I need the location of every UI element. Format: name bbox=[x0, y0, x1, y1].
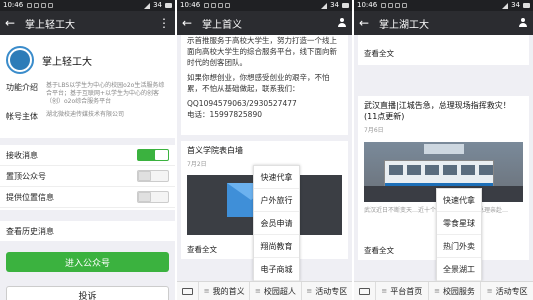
panel-account-profile: 10:46 34 ← 掌上轻工大 ⋮ 掌上轻工大 功能介绍 基于LBS以学生为中… bbox=[0, 0, 175, 300]
back-arrow-icon[interactable]: ← bbox=[5, 16, 19, 30]
toggle-row-location: 提供位置信息 bbox=[0, 187, 175, 208]
status-time: 10:46 bbox=[3, 1, 24, 9]
notification-icons bbox=[204, 3, 231, 8]
read-all-link[interactable]: 查看全文 bbox=[364, 245, 394, 256]
receive-messages-switch[interactable] bbox=[137, 149, 169, 161]
panel-hugongda: 10:46 34 ← 掌上湖工大 查看全文 武汉直播|江城告急，总理现场指挥救灾… bbox=[354, 0, 533, 300]
back-arrow-icon[interactable]: ← bbox=[359, 16, 373, 30]
submenu-item[interactable]: 户外旅行 bbox=[254, 189, 299, 212]
status-bar: 10:46 34 bbox=[177, 0, 352, 11]
status-signal-text: 34 bbox=[153, 1, 162, 9]
more-icon[interactable]: ⋮ bbox=[158, 16, 170, 30]
menu-bars-icon: ≡ bbox=[434, 287, 440, 295]
signal-icon bbox=[321, 2, 328, 9]
submenu-item[interactable]: 全景湖工 bbox=[437, 258, 481, 281]
pin-account-switch[interactable] bbox=[137, 170, 169, 182]
submenu-item[interactable]: 热门外卖 bbox=[437, 235, 481, 258]
info-value: 湖北微校迪传媒技术有限公司 bbox=[46, 111, 125, 118]
account-logo-icon bbox=[6, 46, 34, 74]
news-date: 7月6日 bbox=[364, 127, 384, 134]
status-time: 10:46 bbox=[180, 1, 201, 9]
signal-icon bbox=[502, 2, 509, 9]
info-label: 功能介绍 bbox=[6, 83, 38, 92]
bottom-menu: ≡ 我的首义 ≡ 校园超人 ≡ 活动专区 bbox=[177, 281, 352, 300]
status-signal-text: 34 bbox=[511, 1, 520, 9]
read-all-link[interactable]: 查看全文 bbox=[364, 48, 394, 59]
title-bar: ← 掌上首义 bbox=[177, 11, 352, 35]
submenu-item[interactable]: 电子商城 bbox=[254, 258, 299, 281]
menu-tab-1[interactable]: ≡ 我的首义 bbox=[199, 281, 251, 300]
menu-tab-3[interactable]: ≡ 活动专区 bbox=[302, 282, 352, 300]
menu-tab-1[interactable]: ≡ 平台首页 bbox=[376, 281, 429, 300]
news-title: 武汉直播|江城告急，总理现场指挥救灾！(11点更新) bbox=[364, 101, 511, 121]
message-card: 示首推服务于高校大学生，努力打造一个线上面向高校大学生的综合服务平台，线下面向新… bbox=[181, 35, 348, 135]
toggle-row-receive: 接收消息 bbox=[0, 145, 175, 166]
account-name: 掌上轻工大 bbox=[42, 56, 92, 68]
menu-tab-2[interactable]: ≡ 校园超人 bbox=[250, 281, 302, 300]
notification-icons bbox=[381, 3, 408, 8]
signal-icon bbox=[144, 2, 151, 9]
back-arrow-icon[interactable]: ← bbox=[182, 16, 196, 30]
info-label: 帐号主体 bbox=[6, 112, 38, 121]
status-bar: 10:46 34 bbox=[354, 0, 533, 11]
menu-bars-icon: ≡ bbox=[203, 287, 210, 295]
menu-bars-icon: ≡ bbox=[381, 287, 388, 295]
status-bar: 10:46 34 bbox=[0, 0, 175, 11]
keyboard-icon[interactable] bbox=[177, 281, 199, 300]
battery-icon bbox=[342, 3, 349, 8]
toggle-row-pin: 置顶公众号 bbox=[0, 166, 175, 187]
panel-shouyi: 10:46 34 ← 掌上首义 示首推服务于高校大学生，努力打造一个线上面向高校… bbox=[177, 0, 352, 300]
page-title: 掌上首义 bbox=[202, 19, 242, 31]
info-row-owner: 帐号主体 湖北微校迪传媒技术有限公司 bbox=[6, 111, 169, 122]
info-value: 基于LBS以学生为中心的校园o2o生活服务综合平台；基于互联网+以学生为中心的创… bbox=[46, 82, 165, 105]
share-location-switch[interactable] bbox=[137, 191, 169, 203]
menu-bars-icon: ≡ bbox=[486, 287, 493, 295]
message-text: 如果你想创业，你想感受创业的艰辛，不怕累，不怕从基础做起，联系我们： bbox=[187, 73, 330, 93]
battery-icon bbox=[165, 3, 172, 8]
message-text: 示首推服务于高校大学生，努力打造一个线上面向高校大学生的综合服务平台，线下面向新… bbox=[187, 36, 337, 67]
title-bar: ← 掌上轻工大 ⋮ bbox=[0, 11, 175, 35]
person-icon[interactable] bbox=[518, 18, 528, 28]
account-info: 功能介绍 基于LBS以学生为中心的校园o2o生活服务综合平台；基于互联网+以学生… bbox=[0, 78, 175, 138]
settings-toggles: 接收消息 置顶公众号 提供位置信息 bbox=[0, 145, 175, 210]
notification-icons bbox=[27, 3, 54, 8]
page-title: 掌上湖工大 bbox=[379, 19, 429, 31]
submenu-item[interactable]: 翔尚教育 bbox=[254, 235, 299, 258]
menu-bars-icon: ≡ bbox=[306, 287, 313, 295]
submenu-item[interactable]: 零食星球 bbox=[437, 212, 481, 235]
submenu-item[interactable]: 快速代拿 bbox=[437, 189, 481, 212]
menu-tab-2[interactable]: ≡ 校园服务 bbox=[429, 281, 482, 300]
enter-account-button[interactable]: 进入公众号 bbox=[6, 252, 169, 272]
menu-bars-icon: ≡ bbox=[255, 287, 261, 295]
toggle-label: 接收消息 bbox=[6, 150, 38, 160]
toggle-label: 提供位置信息 bbox=[6, 192, 54, 202]
toggle-label: 置顶公众号 bbox=[6, 171, 46, 181]
info-row-intro: 功能介绍 基于LBS以学生为中心的校园o2o生活服务综合平台；基于互联网+以学生… bbox=[6, 82, 169, 106]
read-all-link[interactable]: 查看全文 bbox=[187, 244, 217, 255]
complain-button[interactable]: 投诉 bbox=[6, 286, 169, 300]
submenu-popup: 快速代拿 户外旅行 会员申请 翔尚教育 电子商城 bbox=[253, 165, 300, 281]
submenu-item[interactable]: 会员申请 bbox=[254, 212, 299, 235]
menu-tab-3[interactable]: ≡ 活动专区 bbox=[481, 282, 533, 300]
view-history-link[interactable]: 查看历史消息 bbox=[0, 221, 175, 241]
keyboard-icon[interactable] bbox=[354, 281, 376, 300]
article-card-prev[interactable]: 查看全文 bbox=[358, 35, 529, 65]
message-phone: 电话：15997825890 bbox=[187, 110, 262, 119]
bottom-menu: ≡ 平台首页 ≡ 校园服务 ≡ 活动专区 bbox=[354, 281, 533, 300]
status-time: 10:46 bbox=[357, 1, 378, 9]
battery-icon bbox=[523, 3, 530, 8]
message-qq: QQ1094579063/2930527477 bbox=[187, 99, 297, 108]
page-title: 掌上轻工大 bbox=[25, 19, 75, 31]
submenu-popup: 快速代拿 零食星球 热门外卖 全景湖工 bbox=[436, 188, 482, 281]
title-bar: ← 掌上湖工大 bbox=[354, 11, 533, 35]
article-title: 首义学院表白墙 bbox=[187, 146, 243, 155]
submenu-item[interactable]: 快速代拿 bbox=[254, 166, 299, 189]
status-signal-text: 34 bbox=[330, 1, 339, 9]
person-icon[interactable] bbox=[337, 18, 347, 28]
